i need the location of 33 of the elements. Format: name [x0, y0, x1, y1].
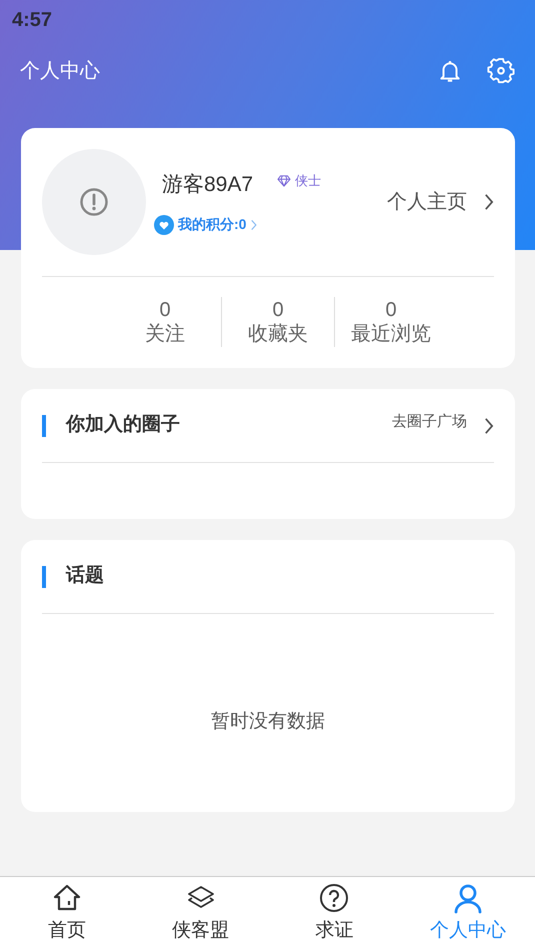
user-name: 游客89A7	[162, 172, 254, 198]
settings-icon[interactable]	[487, 57, 515, 85]
nav-tab[interactable]: 个人中心	[401, 877, 535, 951]
plaza-text: 去圈子广场	[392, 412, 467, 432]
stat-item[interactable]: 0 最近浏览	[335, 298, 447, 346]
stat-count: 0	[158, 298, 172, 322]
nav-tab[interactable]: 首页	[0, 877, 134, 951]
chevron-icon	[250, 218, 258, 231]
stat-label: 最近浏览	[350, 322, 432, 346]
section-title: 你加入的圈子	[66, 412, 180, 438]
page-title: 个人中心	[20, 59, 100, 84]
chevron-icon	[483, 193, 494, 211]
diamond-icon	[277, 174, 292, 186]
stat-item[interactable]: 0 关注	[109, 298, 221, 346]
empty-message: 暂时没有数据	[210, 710, 326, 734]
nav-tab[interactable]: 侠客盟	[134, 877, 268, 951]
status-time: 4:57	[12, 9, 52, 31]
stat-count: 0	[384, 298, 398, 322]
help-icon	[318, 882, 350, 915]
homepage-text: 个人主页	[387, 190, 467, 215]
rank-label: 侠士	[295, 172, 322, 190]
homepage-link[interactable]: 个人主页	[387, 187, 494, 217]
section-title: 话题	[66, 564, 104, 588]
points-link[interactable]: 我的积分:0	[154, 214, 387, 236]
stat-label: 关注	[144, 322, 186, 346]
stat-item[interactable]: 0 收藏夹	[222, 298, 334, 346]
user-icon	[452, 882, 484, 915]
stat-label: 收藏夹	[247, 322, 309, 346]
nav-tab[interactable]: 求证	[268, 877, 402, 951]
points-text: 我的积分:0	[178, 215, 246, 234]
chevron-icon	[483, 416, 494, 434]
alert-icon	[79, 187, 109, 217]
stat-count: 0	[271, 298, 285, 322]
